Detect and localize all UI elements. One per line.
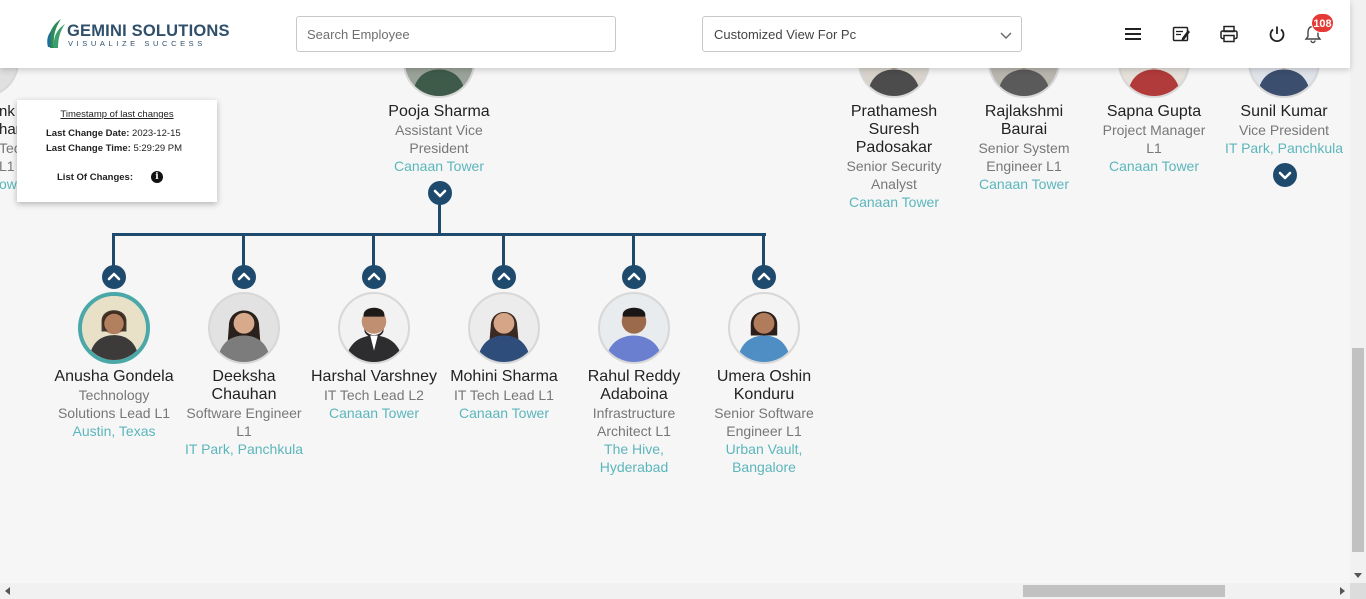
scroll-down-arrow-icon[interactable]: [1354, 571, 1362, 579]
view-select-value: Customized View For Pc: [714, 27, 857, 42]
person-location: Canaan Tower: [848, 194, 940, 210]
person-title: Vice President: [1238, 122, 1329, 138]
chevron-up-icon: [757, 272, 771, 281]
person-title: Senior Security Analyst: [846, 158, 942, 192]
manager-card[interactable]: Pooja Sharma Assistant Vice President Ca…: [369, 103, 509, 175]
person-title: Project Manager L1: [1102, 122, 1206, 156]
chevron-up-icon: [627, 272, 641, 281]
leaf-logo-icon: [47, 19, 65, 48]
person-title: IT Tech Lead L2: [324, 387, 424, 403]
tree-connector: [502, 233, 505, 267]
menu-icon[interactable]: [1123, 24, 1143, 44]
person-location: Canaan Tower: [328, 405, 420, 421]
go-up-button[interactable]: [362, 265, 386, 289]
chevron-up-icon: [367, 272, 381, 281]
notification-badge[interactable]: 108: [1311, 13, 1334, 33]
logo-tagline: VISUALIZE SUCCESS: [68, 39, 206, 48]
go-up-button[interactable]: [622, 265, 646, 289]
go-up-button[interactable]: [752, 265, 776, 289]
view-select-dropdown[interactable]: Customized View For Pc: [702, 16, 1022, 52]
collapse-reports-button[interactable]: [428, 181, 452, 205]
report-card[interactable]: Anusha Gondela Technology Solutions Lead…: [49, 368, 179, 440]
person-title: Senior System Engineer L1: [978, 140, 1070, 174]
person-location: Canaan Tower: [458, 405, 550, 421]
report-avatar[interactable]: [78, 292, 150, 364]
horizontal-scroll-thumb[interactable]: [1023, 585, 1225, 597]
expand-reports-button[interactable]: [1273, 163, 1297, 187]
person-name: Sapna Gupta: [1106, 103, 1202, 120]
search-employee-input[interactable]: [296, 16, 616, 52]
person-location: Austin, Texas: [72, 423, 156, 439]
chevron-down-icon: [433, 189, 447, 198]
peer-card[interactable]: Prathamesh Suresh Padosakar Senior Secur…: [834, 103, 954, 211]
tree-connector: [112, 233, 766, 236]
edit-note-icon[interactable]: [1171, 24, 1191, 44]
peer-card[interactable]: Sunil Kumar Vice President IT Park, Panc…: [1220, 103, 1348, 157]
chevron-up-icon: [237, 272, 251, 281]
info-icon[interactable]: i: [151, 171, 163, 183]
person-name: Deeksha Chauhan: [211, 368, 277, 403]
timestamp-card: Timestamp of last changes Last Change Da…: [17, 100, 217, 202]
person-name: Prathamesh Suresh Padosakar: [850, 103, 938, 156]
report-avatar[interactable]: [338, 292, 410, 364]
go-up-button[interactable]: [492, 265, 516, 289]
report-card[interactable]: Umera Oshin Konduru Senior Software Engi…: [699, 368, 829, 476]
person-title: Assistant Vice President: [395, 122, 483, 156]
person-name: Rajlakshmi Baurai: [984, 103, 1064, 138]
vertical-scroll-thumb[interactable]: [1352, 348, 1364, 552]
print-icon[interactable]: [1219, 24, 1239, 44]
chevron-up-icon: [497, 272, 511, 281]
report-avatar[interactable]: [208, 292, 280, 364]
tree-connector: [762, 233, 765, 267]
person-location: IT Park, Panchkula: [184, 441, 304, 457]
app-header: GEMINI SOLUTIONS VISUALIZE SUCCESS Custo…: [0, 0, 1350, 68]
person-location: IT Park, Panchkula: [1224, 140, 1344, 156]
peer-card[interactable]: Sapna Gupta Project Manager L1 Canaan To…: [1094, 103, 1214, 175]
person-title: Senior Software Engineer L1: [714, 405, 814, 439]
person-name: Rahul Reddy Adaboina: [587, 368, 681, 403]
person-location: Urban Vault, Bangalore: [725, 441, 803, 475]
person-location: Canaan Tower: [1108, 158, 1200, 174]
person-title: Technology Solutions Lead L1: [57, 387, 171, 421]
power-icon[interactable]: [1267, 24, 1287, 44]
report-card[interactable]: Deeksha Chauhan Software Engineer L1 IT …: [179, 368, 309, 458]
person-name: Mohini Sharma: [450, 368, 558, 385]
gemini-logo[interactable]: GEMINI SOLUTIONS VISUALIZE SUCCESS: [47, 18, 230, 50]
last-change-date: Last Change Date: 2023-12-15: [46, 128, 181, 139]
chevron-down-icon: [1000, 32, 1012, 39]
scroll-right-arrow-icon[interactable]: [1338, 587, 1346, 595]
timestamp-title: Timestamp of last changes: [60, 109, 174, 120]
person-name: Anusha Gondela: [54, 368, 174, 385]
person-name: Pooja Sharma: [388, 103, 490, 120]
go-up-button[interactable]: [232, 265, 256, 289]
report-card[interactable]: Harshal Varshney IT Tech Lead L2 Canaan …: [309, 368, 439, 422]
chevron-up-icon: [107, 272, 121, 281]
person-location: The Hive, Hyderabad: [599, 441, 669, 475]
person-name: Umera Oshin Konduru: [716, 368, 812, 403]
last-change-time: Last Change Time: 5:29:29 PM: [46, 143, 183, 154]
tree-connector: [372, 233, 375, 267]
person-location: Canaan Tower: [978, 176, 1070, 192]
scroll-left-arrow-icon[interactable]: [4, 587, 12, 595]
go-up-button[interactable]: [102, 265, 126, 289]
chevron-down-icon: [1278, 171, 1292, 180]
report-card[interactable]: Mohini Sharma IT Tech Lead L1 Canaan Tow…: [439, 368, 569, 422]
tree-connector: [632, 233, 635, 267]
person-name: Sunil Kumar: [1240, 103, 1328, 120]
person-name: Harshal Varshney: [311, 368, 437, 385]
report-avatar[interactable]: [468, 292, 540, 364]
person-title: Software Engineer L1: [186, 405, 302, 439]
tree-connector: [112, 233, 115, 267]
person-location: Canaan Tower: [393, 158, 485, 174]
person-title: IT Tech Lead L1: [454, 387, 554, 403]
list-of-changes-label: List Of Changes:: [57, 172, 134, 183]
report-avatar[interactable]: [598, 292, 670, 364]
scrollbar-corner: [1350, 583, 1366, 599]
report-avatar[interactable]: [728, 292, 800, 364]
peer-card[interactable]: Rajlakshmi Baurai Senior System Engineer…: [964, 103, 1084, 193]
tree-connector: [438, 204, 441, 235]
report-card[interactable]: Rahul Reddy Adaboina Infrastructure Arch…: [569, 368, 699, 476]
tree-connector: [242, 233, 245, 267]
person-title: Infrastructure Architect L1: [592, 405, 676, 439]
